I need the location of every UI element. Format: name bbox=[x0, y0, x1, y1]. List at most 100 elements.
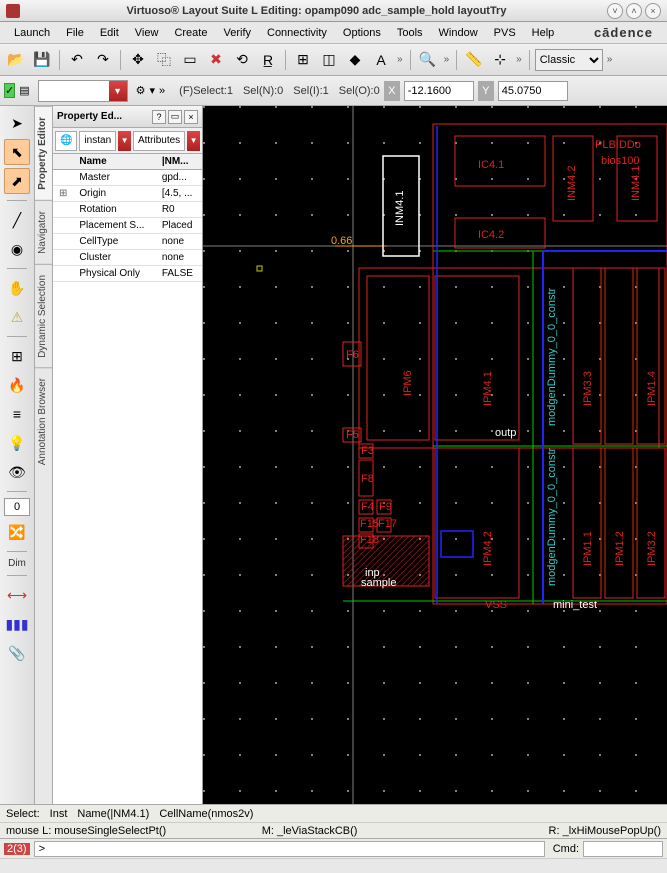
fire-icon[interactable]: 🔥 bbox=[4, 372, 30, 398]
menu-pvs[interactable]: PVS bbox=[486, 25, 524, 41]
resize-grip[interactable] bbox=[0, 858, 667, 873]
menu-verify[interactable]: Verify bbox=[215, 25, 259, 41]
path-icon[interactable]: ╱ bbox=[4, 207, 30, 233]
zoom-icon[interactable]: 🔍 bbox=[416, 48, 440, 72]
svg-text:INM4.1: INM4.1 bbox=[630, 166, 642, 201]
bars-icon[interactable]: ▮▮▮ bbox=[4, 611, 30, 637]
panel-close-icon[interactable]: × bbox=[184, 110, 198, 124]
save-icon[interactable]: 💾 bbox=[30, 48, 54, 72]
selo-status: Sel(O):0 bbox=[339, 85, 380, 97]
redo-icon[interactable]: ↷ bbox=[91, 48, 115, 72]
copy-icon[interactable]: ⿻ bbox=[152, 48, 176, 72]
stretch-icon[interactable]: ▭ bbox=[178, 48, 202, 72]
menu-window[interactable]: Window bbox=[431, 25, 486, 41]
snap-icon[interactable]: ⊹ bbox=[488, 48, 512, 72]
tab-instance-dropdown[interactable]: ▼ bbox=[118, 131, 131, 151]
property-table: Name|NM... Mastergpd... ⊞Origin[4.5, ...… bbox=[53, 154, 202, 282]
layout-canvas[interactable]: 0.66 INM4.1 IC4.1 INM4.2 PLBIDDo bios100… bbox=[203, 106, 667, 804]
hand-icon[interactable]: ✋ bbox=[4, 275, 30, 301]
measure-icon[interactable]: ⟷ bbox=[4, 582, 30, 608]
select-icon[interactable]: ⬈ bbox=[4, 168, 30, 194]
svg-text:INM4.2: INM4.2 bbox=[566, 166, 578, 201]
gear-icon[interactable]: ⚙ bbox=[136, 84, 146, 97]
rotate-icon[interactable]: ⟲ bbox=[230, 48, 254, 72]
maximize-button[interactable]: ˄ bbox=[626, 3, 642, 19]
ruler-icon[interactable]: 📏 bbox=[462, 48, 486, 72]
close-button[interactable]: × bbox=[645, 3, 661, 19]
properties-icon[interactable]: R̲ bbox=[256, 48, 280, 72]
menu-options[interactable]: Options bbox=[335, 25, 389, 41]
col-value[interactable]: |NM... bbox=[156, 154, 202, 170]
menu-edit[interactable]: Edit bbox=[92, 25, 127, 41]
menu-tools[interactable]: Tools bbox=[389, 25, 431, 41]
tab-property-editor[interactable]: Property Editor bbox=[35, 106, 52, 200]
secondary-toolbar: ✓ ▤ ▼ ⚙ ▾ » (F)Select:1 Sel(N):0 Sel(I):… bbox=[0, 76, 667, 106]
panel-undock-icon[interactable]: ▭ bbox=[168, 110, 182, 124]
table-row: Physical OnlyFALSE bbox=[53, 266, 202, 282]
cmd-input[interactable] bbox=[583, 841, 663, 857]
tab-instance[interactable]: instan bbox=[79, 131, 116, 151]
minimize-button[interactable]: ˅ bbox=[607, 3, 623, 19]
delete-icon[interactable]: ✖ bbox=[204, 48, 228, 72]
settings-dropdown-icon[interactable]: ▾ bbox=[150, 84, 156, 97]
layer-icon[interactable]: ▤ bbox=[19, 84, 29, 97]
svg-text:modgenDummy_0_0_constr: modgenDummy_0_0_constr bbox=[546, 287, 558, 426]
toolbar-overflow-3[interactable]: » bbox=[514, 54, 524, 65]
menu-view[interactable]: View bbox=[127, 25, 167, 41]
property-editor-title: Property Ed... bbox=[57, 111, 150, 122]
svg-text:PLBIDDo: PLBIDDo bbox=[595, 139, 641, 151]
drc-check-icon[interactable]: ✓ bbox=[4, 83, 15, 98]
svg-text:IPM1.2: IPM1.2 bbox=[614, 531, 626, 566]
dim-input[interactable] bbox=[4, 498, 30, 516]
style-select[interactable]: Classic bbox=[535, 49, 603, 71]
cursor-icon[interactable]: ⬉ bbox=[4, 139, 30, 165]
menu-connectivity[interactable]: Connectivity bbox=[259, 25, 335, 41]
menu-file[interactable]: File bbox=[58, 25, 92, 41]
mouse-bar: mouse L: mouseSingleSelectPt() M: _leVia… bbox=[0, 822, 667, 838]
app-icon bbox=[6, 4, 20, 18]
dim-toggle-icon[interactable]: 🔀 bbox=[4, 519, 30, 545]
command-bar: 2(3) > Cmd: bbox=[0, 838, 667, 858]
bulb-icon[interactable]: 💡 bbox=[4, 430, 30, 456]
tab-annotation-browser[interactable]: Annotation Browser bbox=[35, 367, 52, 475]
undo-icon[interactable]: ↶ bbox=[65, 48, 89, 72]
hierarchy-icon[interactable]: ⊞ bbox=[4, 343, 30, 369]
tab-dynamic-selection[interactable]: Dynamic Selection bbox=[35, 264, 52, 368]
toolbar2-overflow[interactable]: » bbox=[159, 85, 165, 97]
via-icon[interactable]: ◉ bbox=[4, 236, 30, 262]
col-name[interactable]: Name bbox=[73, 154, 155, 170]
pointer-icon[interactable]: ➤ bbox=[4, 110, 30, 136]
tab-attributes[interactable]: Attributes bbox=[133, 131, 185, 151]
toolbar-overflow-4[interactable]: » bbox=[605, 54, 615, 65]
open-icon[interactable]: 📂 bbox=[4, 48, 28, 72]
main-toolbar: 📂 💾 ↶ ↷ ✥ ⿻ ▭ ✖ ⟲ R̲ ⊞ ◫ ◆ A » 🔍 » 📏 ⊹ »… bbox=[0, 44, 667, 76]
tab-navigator[interactable]: Navigator bbox=[35, 200, 52, 264]
layers-icon[interactable]: ≡ bbox=[4, 401, 30, 427]
menu-create[interactable]: Create bbox=[166, 25, 215, 41]
pin-icon[interactable]: ◆ bbox=[343, 48, 367, 72]
y-coord[interactable]: 45.0750 bbox=[498, 81, 568, 101]
toolbar-overflow-1[interactable]: » bbox=[395, 54, 405, 65]
expand-icon[interactable]: ⊞ bbox=[53, 186, 73, 202]
status-cellname: CellName(nmos2v) bbox=[159, 808, 253, 820]
x-coord[interactable]: -12.1600 bbox=[404, 81, 474, 101]
cmd-prompt[interactable]: > bbox=[34, 841, 545, 857]
clip-icon[interactable]: 📎 bbox=[4, 640, 30, 666]
panel-help-icon[interactable]: ? bbox=[152, 110, 166, 124]
svg-text:F3: F3 bbox=[361, 445, 374, 457]
instance-icon[interactable]: ◫ bbox=[317, 48, 341, 72]
table-row: Placement S...Placed bbox=[53, 218, 202, 234]
globe-icon[interactable]: 🌐 bbox=[55, 131, 77, 151]
menu-help[interactable]: Help bbox=[524, 25, 563, 41]
tab-attributes-dropdown[interactable]: ▼ bbox=[187, 131, 200, 151]
label-icon[interactable]: A bbox=[369, 48, 393, 72]
svg-text:F9: F9 bbox=[379, 501, 392, 513]
toolbar-overflow-2[interactable]: » bbox=[442, 54, 452, 65]
eye-icon[interactable]: 👁 bbox=[4, 459, 30, 485]
align-icon[interactable]: ⊞ bbox=[291, 48, 315, 72]
fselect-status: (F)Select:1 bbox=[179, 85, 233, 97]
layer-select[interactable]: ▼ bbox=[38, 80, 128, 102]
menu-launch[interactable]: Launch bbox=[6, 25, 58, 41]
warning-icon[interactable]: ⚠ bbox=[4, 304, 30, 330]
move-icon[interactable]: ✥ bbox=[126, 48, 150, 72]
